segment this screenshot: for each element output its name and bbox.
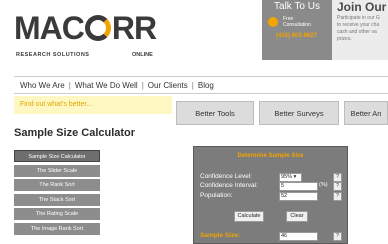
phone-number[interactable]: (416) 602-8627 — [276, 33, 332, 39]
sidebar-item-image-rank-sort[interactable]: The Image Rank Sort — [14, 222, 100, 235]
clear-button[interactable]: Clear — [286, 211, 308, 222]
join-panel: Join Our Participate in our G to receive… — [332, 0, 388, 60]
sample-size-calculator-panel: Determine Sample Size Confidence Level: … — [193, 146, 348, 244]
join-line: to receive your cha — [337, 22, 380, 28]
sample-size-output: 46 — [279, 232, 318, 241]
macorr-logo[interactable]: MAC RR RESEARCH SOLUTIONS ONLINE — [14, 10, 164, 58]
nav-what-we-do-well[interactable]: What We Do Well — [71, 81, 142, 90]
confidence-level-select[interactable]: 95% ▾ — [279, 173, 302, 182]
main-nav: Who We Are | What We Do Well | Our Clien… — [14, 76, 388, 94]
talk-line2: Consultation — [283, 22, 311, 28]
join-line: cash and other va — [337, 29, 377, 35]
tab-better-analysis[interactable]: Better An — [344, 101, 388, 125]
confidence-interval-help-button[interactable]: ? — [333, 182, 342, 191]
tab-better-tools[interactable]: Better Tools — [176, 101, 254, 125]
population-input[interactable]: 52 — [279, 192, 318, 201]
sample-size-help-button[interactable]: ? — [333, 232, 342, 241]
calculator-title: Determine Sample Size — [237, 153, 304, 159]
phone-icon — [268, 17, 278, 27]
promo-banner[interactable]: Find out what's better... — [14, 96, 172, 114]
logo-ring-icon — [84, 15, 111, 41]
join-title: Join Our — [337, 0, 387, 14]
join-line: Participate in our G — [337, 15, 380, 21]
confidence-interval-input[interactable]: 5 — [279, 182, 318, 191]
calculate-button[interactable]: Calculate — [234, 211, 264, 222]
logo-wordmark: MAC RR — [14, 10, 157, 46]
talk-to-us-box[interactable]: Talk To Us Free Consultation (416) 602-8… — [262, 0, 332, 60]
sample-size-label: Sample Size: — [200, 232, 241, 239]
confidence-interval-label: Confidence Interval: — [200, 182, 258, 189]
confidence-level-help-button[interactable]: ? — [333, 173, 342, 182]
population-label: Population: — [200, 192, 233, 199]
sidebar-item-rank-sort[interactable]: The Rank Sort — [14, 179, 100, 191]
logo-tagline-online: ONLINE — [132, 52, 153, 58]
page-title: Sample Size Calculator — [14, 127, 136, 139]
tab-better-surveys[interactable]: Better Surveys — [259, 101, 339, 125]
logo-tagline: RESEARCH SOLUTIONS — [16, 52, 90, 58]
sidebar-item-sample-size-calculator[interactable]: Sample Size Calculator — [14, 150, 100, 162]
sidebar-item-rating-scale[interactable]: The Rating Scale — [14, 208, 100, 220]
nav-who-we-are[interactable]: Who We Are — [14, 81, 69, 90]
sidebar: Sample Size Calculator The Slider Scale … — [14, 150, 100, 237]
join-line: prizes. — [337, 36, 352, 42]
sidebar-item-slider-scale[interactable]: The Slider Scale — [14, 164, 100, 177]
nav-blog[interactable]: Blog — [194, 81, 218, 90]
percent-unit: (%) — [319, 182, 328, 188]
sidebar-item-stack-sort[interactable]: The Stack Sort — [14, 193, 100, 206]
confidence-level-label: Confidence Level: — [200, 173, 253, 180]
nav-our-clients[interactable]: Our Clients — [144, 81, 192, 90]
population-help-button[interactable]: ? — [333, 192, 342, 201]
talk-title: Talk To Us — [274, 1, 320, 12]
